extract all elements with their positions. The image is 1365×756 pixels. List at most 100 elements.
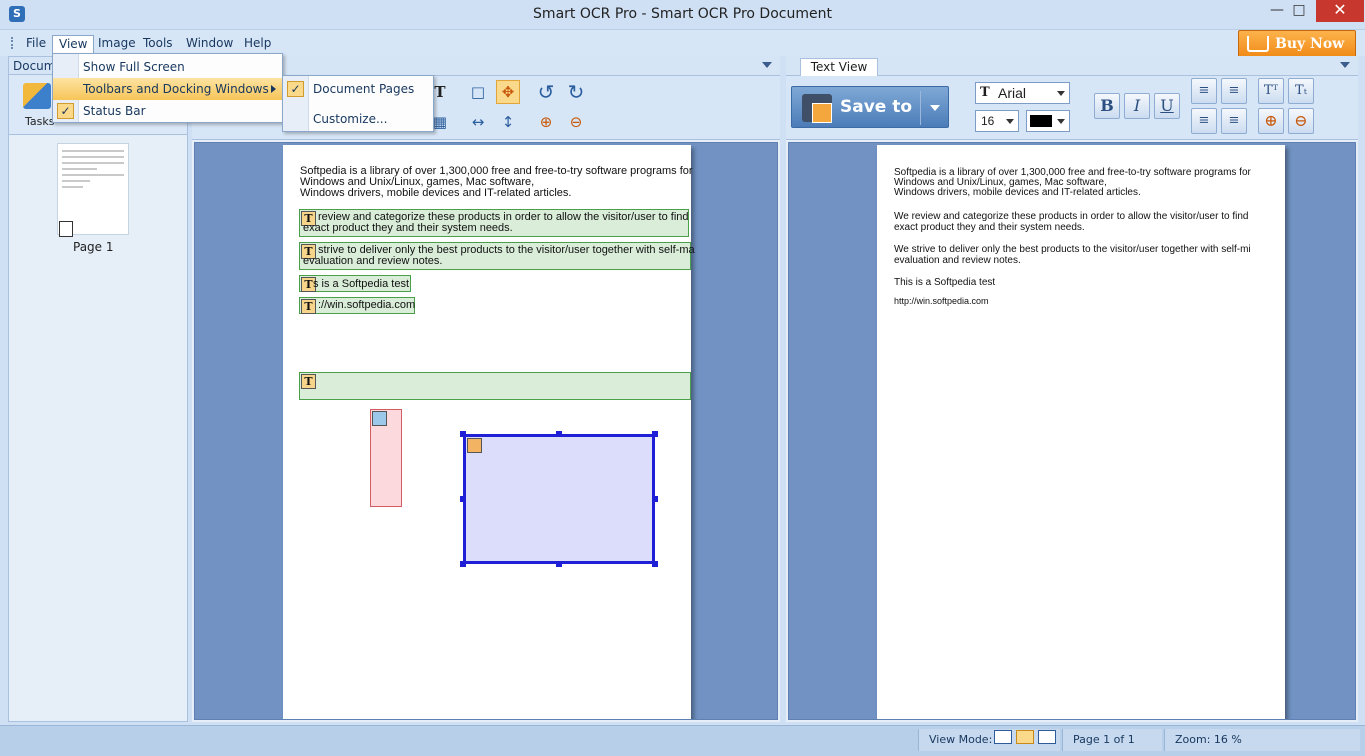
ocr-line: Windows drivers, mobile devices and IT-r…	[300, 187, 572, 199]
font-icon: T	[980, 85, 990, 100]
align-justify-icon[interactable]: ≡	[1221, 108, 1247, 134]
checkmark-icon: ✓	[287, 81, 304, 97]
menu-item-label: Show Full Screen	[83, 60, 185, 74]
menu-help[interactable]: Help	[238, 35, 277, 53]
text-line: We strive to deliver only the best produ…	[894, 244, 1251, 255]
image-zone[interactable]	[370, 409, 402, 507]
buy-now-button[interactable]: Buy Now	[1238, 30, 1356, 58]
checkmark-icon: ✓	[57, 103, 74, 119]
table-zone[interactable]	[463, 434, 655, 564]
text-line: evaluation and review notes.	[894, 255, 1021, 266]
resize-handle[interactable]	[460, 561, 466, 567]
menu-file[interactable]: File	[20, 35, 52, 53]
single-view-icon[interactable]	[994, 730, 1012, 744]
rotate-right-icon[interactable]: ↻	[564, 80, 588, 104]
menu-tools[interactable]: Tools	[137, 35, 179, 53]
menu-item-customize[interactable]: Customize...	[283, 108, 433, 130]
text-line: exact product they and their system need…	[894, 222, 1085, 233]
text-line: http://win.softpedia.com	[894, 296, 989, 306]
text-view-panel: Text View Save to T Arial 16 B I U ≡ ≡ ≡	[786, 56, 1358, 722]
zoom-in-icon[interactable]: ⊕	[1258, 108, 1284, 134]
text-zone[interactable]: T	[299, 372, 691, 400]
menu-grip[interactable]	[11, 37, 14, 49]
document-page-image[interactable]: Softpedia is a library of over 1,300,000…	[283, 145, 695, 719]
align-right-icon[interactable]: ≡	[1191, 108, 1217, 134]
chevron-down-icon[interactable]	[762, 62, 772, 68]
menu-window[interactable]: Window	[180, 35, 239, 53]
resize-handle[interactable]	[652, 431, 658, 437]
resize-handle[interactable]	[556, 561, 562, 567]
align-left-icon[interactable]: ≡	[1191, 78, 1217, 104]
image-canvas[interactable]: Softpedia is a library of over 1,300,000…	[194, 142, 778, 720]
text-color-select[interactable]	[1026, 110, 1070, 132]
zoom-out-icon[interactable]: ⊖	[564, 110, 588, 134]
export-icon	[812, 103, 832, 123]
table-icon	[467, 438, 482, 453]
color-swatch	[1030, 115, 1052, 127]
select-rectangle-icon[interactable]: □	[466, 80, 490, 104]
resize-handle[interactable]	[460, 496, 466, 502]
text-view-toolbar: Save to T Arial 16 B I U ≡ ≡ ≡ ≡ Tᵀ Tₜ ⊕…	[786, 76, 1358, 140]
rotate-left-icon[interactable]: ↺	[534, 80, 558, 104]
font-size-select[interactable]: 16	[975, 110, 1019, 132]
toolbars-submenu: ✓ Document Pages Customize...	[282, 75, 434, 132]
text-zone[interactable]: T review and categorize these products i…	[299, 209, 689, 237]
split-view-icon[interactable]	[1016, 730, 1034, 744]
view-menu-dropdown: Show Full Screen Toolbars and Docking Wi…	[52, 53, 283, 123]
resize-handle[interactable]	[460, 431, 466, 437]
subscript-icon[interactable]: Tₜ	[1288, 78, 1314, 104]
menu-image[interactable]: Image	[92, 35, 142, 53]
text-line: This is a Softpedia test	[894, 277, 996, 288]
italic-button[interactable]: I	[1124, 93, 1150, 119]
stacked-view-icon[interactable]	[1038, 730, 1056, 744]
close-button[interactable]: ✕	[1316, 0, 1364, 22]
document-pages-panel: Documen Tasks Page 1	[8, 56, 188, 722]
text-canvas[interactable]: Softpedia is a library of over 1,300,000…	[788, 142, 1356, 720]
move-icon[interactable]: ✥	[496, 80, 520, 104]
fit-width-icon[interactable]: ↔	[466, 110, 490, 134]
text-zone-tag: T	[301, 299, 316, 314]
text-page[interactable]: Softpedia is a library of over 1,300,000…	[877, 145, 1285, 719]
document-icon	[59, 221, 73, 237]
menu-item-toolbars-docking[interactable]: Toolbars and Docking Windows	[53, 78, 282, 100]
resize-handle[interactable]	[652, 561, 658, 567]
window-title: Smart OCR Pro - Smart OCR Pro Document	[533, 6, 832, 22]
tasks-icon[interactable]	[23, 83, 51, 109]
tab-text-view[interactable]: Text View	[800, 58, 878, 77]
page-label: Page 1	[73, 240, 114, 254]
text-line: Windows drivers, mobile devices and IT-r…	[894, 187, 1141, 198]
fit-height-icon[interactable]: ↕	[496, 110, 520, 134]
text-zone[interactable]: T s is a Softpedia test	[299, 275, 411, 292]
menu-view[interactable]: View	[52, 35, 95, 53]
font-name-select[interactable]: T Arial	[975, 82, 1070, 104]
menu-item-document-pages[interactable]: ✓ Document Pages	[283, 78, 433, 100]
align-center-icon[interactable]: ≡	[1221, 78, 1247, 104]
resize-handle[interactable]	[556, 431, 562, 437]
save-to-button[interactable]: Save to	[791, 86, 949, 128]
zoom-in-icon[interactable]: ⊕	[534, 110, 558, 134]
superscript-icon[interactable]: Tᵀ	[1258, 78, 1284, 104]
menu-item-label: Customize...	[313, 112, 388, 126]
maximize-button[interactable]: □	[1286, 0, 1312, 22]
status-bar: View Mode: Page 1 of 1 Zoom: 16 %	[0, 725, 1365, 756]
resize-handle[interactable]	[652, 496, 658, 502]
title-bar: S Smart OCR Pro - Smart OCR Pro Document…	[0, 0, 1365, 30]
zone-line: exact product they and their system need…	[303, 222, 513, 234]
bold-button[interactable]: B	[1094, 93, 1120, 119]
chevron-down-icon[interactable]	[930, 105, 940, 111]
submenu-arrow-icon	[271, 85, 276, 93]
picture-icon	[372, 411, 387, 426]
text-zone[interactable]: T ://win.softpedia.com	[299, 297, 415, 314]
text-line: We review and categorize these products …	[894, 211, 1249, 222]
chevron-down-icon[interactable]	[1340, 62, 1350, 68]
menu-item-label: Toolbars and Docking Windows	[83, 82, 269, 96]
text-zone[interactable]: T strive to deliver only the best produc…	[299, 242, 695, 270]
page-info: Page 1 of 1	[1062, 729, 1162, 751]
underline-button[interactable]: U	[1154, 93, 1180, 119]
tasks-label[interactable]: Tasks	[25, 115, 54, 128]
menu-item-show-full-screen[interactable]: Show Full Screen	[53, 56, 282, 78]
zone-line: ://win.softpedia.com	[318, 299, 416, 311]
menu-item-status-bar[interactable]: ✓ Status Bar	[53, 100, 282, 122]
zoom-out-icon[interactable]: ⊖	[1288, 108, 1314, 134]
image-view-panel: T ▦ □ ✥ ↔ ↕ ↺ ↻ ⊕ ⊖ Softpedia is a libra…	[192, 56, 780, 722]
